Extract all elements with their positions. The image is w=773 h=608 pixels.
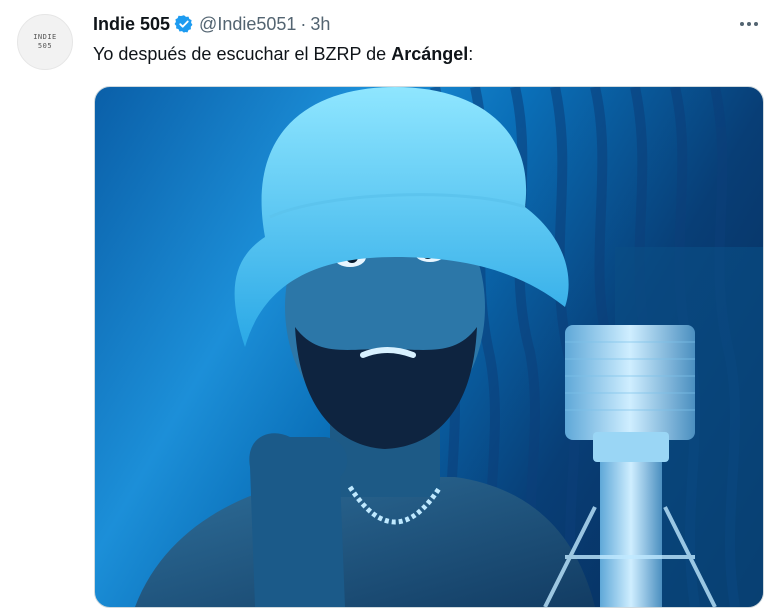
author-avatar[interactable]: INDIE 505 [17, 14, 73, 70]
tweet-timestamp[interactable]: 3h [310, 14, 330, 35]
meta-separator: · [300, 13, 307, 34]
avatar-text-line2: 505 [37, 42, 53, 50]
verified-badge-icon [174, 15, 193, 33]
author-handle[interactable]: @Indie5051 [199, 14, 296, 35]
tweet-text-bold[interactable]: Arcángel [391, 44, 468, 64]
tweet-header: Indie 505 @Indie5051 · 3h [93, 12, 330, 36]
avatar-text-line1: INDIE [33, 33, 57, 41]
tweet-text-prefix: Yo después de escuchar el BZRP de [93, 44, 392, 64]
media-photo-illustration [135, 87, 763, 607]
author-name[interactable]: Indie 505 [93, 14, 170, 35]
more-options-icon[interactable] [737, 14, 761, 34]
tweet-media-image[interactable] [94, 86, 764, 608]
tweet-text: Yo después de escuchar el BZRP de Arcáng… [93, 44, 473, 65]
tweet-text-suffix: : [468, 44, 474, 64]
